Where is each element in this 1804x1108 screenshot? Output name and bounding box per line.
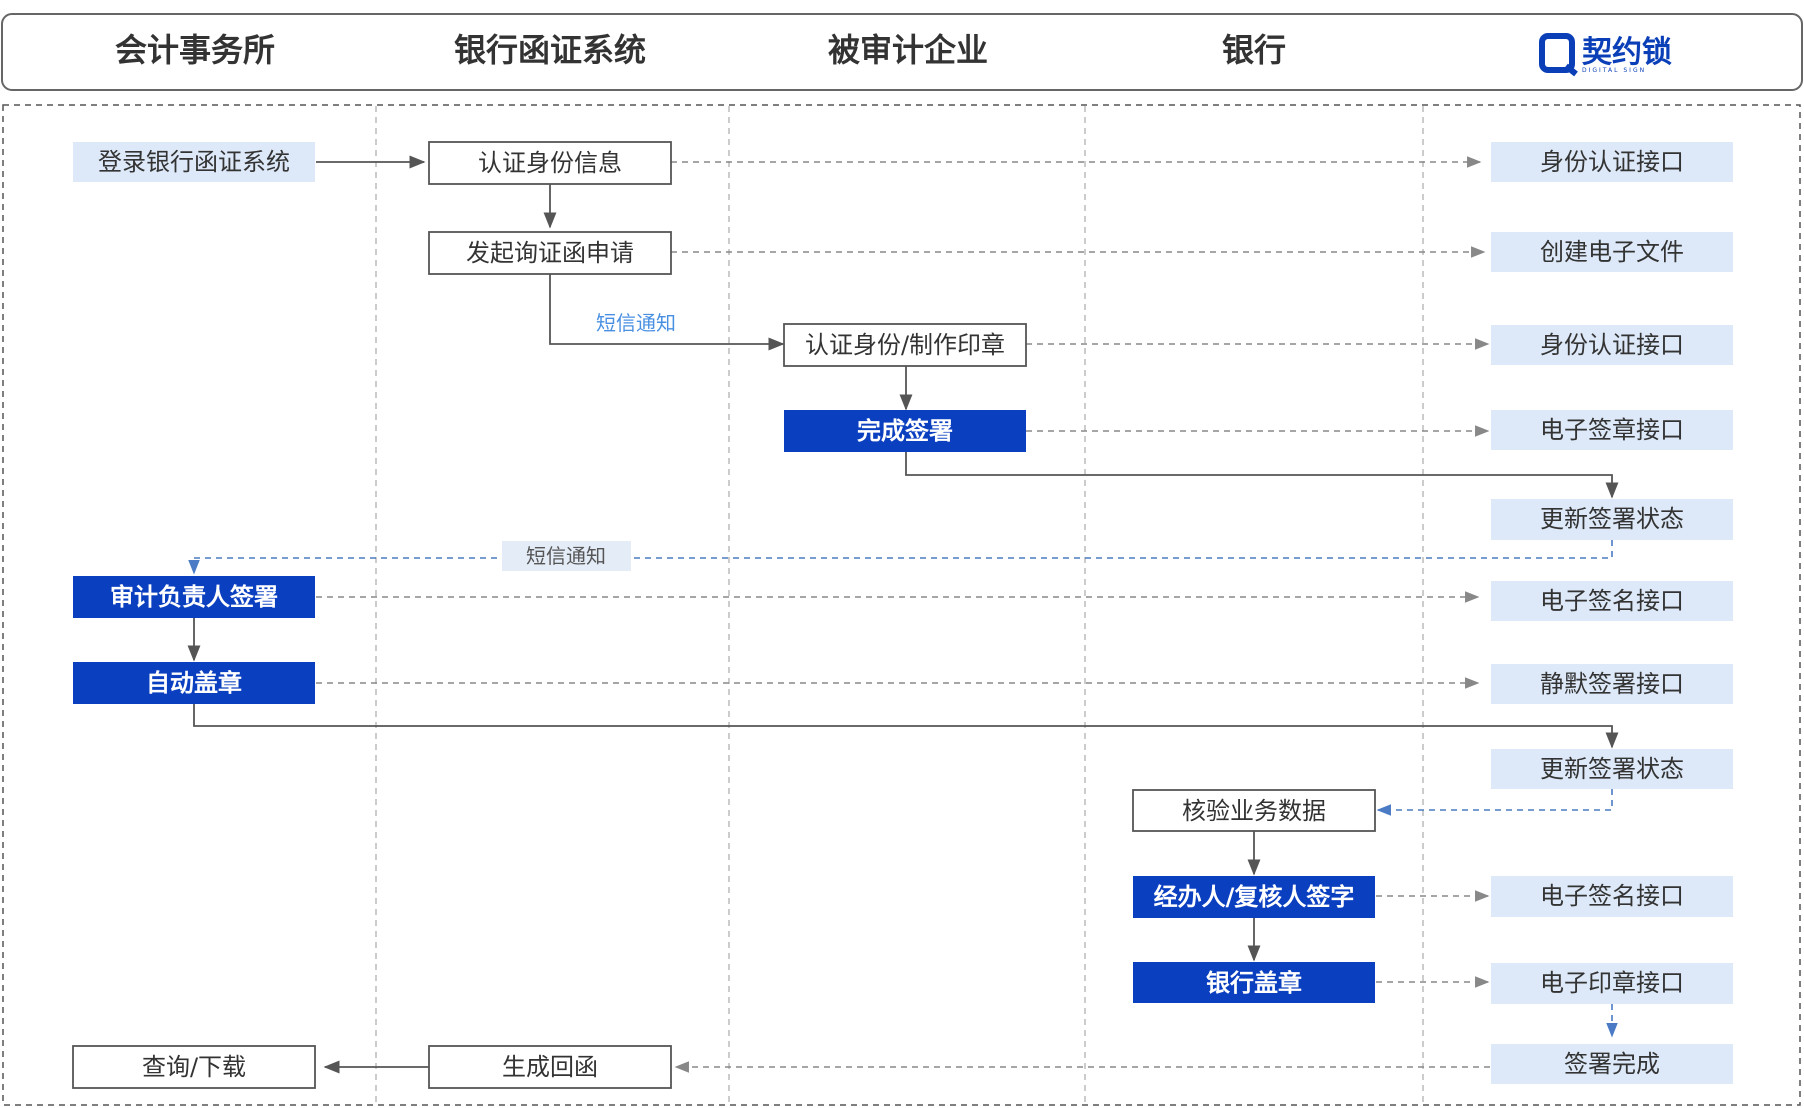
- node-login-system: 登录银行函证系统: [73, 142, 315, 182]
- svg-text:生成回函: 生成回函: [502, 1053, 598, 1081]
- node-complete-signing: 完成签署: [784, 410, 1026, 452]
- api-update-sign-status-1: 更新签署状态: [1491, 499, 1733, 540]
- node-verify-business-data: 核验业务数据: [1132, 789, 1376, 832]
- api-signing-complete: 签署完成: [1491, 1044, 1733, 1084]
- svg-text:认证身份/制作印章: 认证身份/制作印章: [805, 331, 1005, 359]
- svg-text:认证身份信息: 认证身份信息: [478, 149, 622, 177]
- svg-text:银行盖章: 银行盖章: [1206, 969, 1302, 997]
- node-query-download: 查询/下载: [72, 1045, 316, 1089]
- svg-text:身份认证接口: 身份认证接口: [1540, 331, 1684, 359]
- node-handler-reviewer-sign: 经办人/复核人签字: [1133, 876, 1375, 918]
- status-to-verify-arrow: [1376, 789, 1613, 816]
- node-auto-seal: 自动盖章: [73, 662, 315, 704]
- sms-notice-label-2: 短信通知: [526, 544, 606, 568]
- api-identity-auth-1: 身份认证接口: [1491, 142, 1733, 182]
- node-bank-seal: 银行盖章: [1133, 962, 1375, 1003]
- logo-text: 契约锁: [1582, 35, 1672, 70]
- node-audit-lead-sign: 审计负责人签署: [73, 576, 315, 618]
- flow-arrow: [905, 452, 1619, 499]
- svg-text:完成签署: 完成签署: [857, 417, 953, 445]
- svg-text:电子签章接口: 电子签章接口: [1540, 416, 1684, 444]
- svg-text:更新签署状态: 更新签署状态: [1540, 505, 1684, 533]
- header-bar: 会计事务所 银行函证系统 被审计企业 银行 契约锁 DIGITAL SIGN: [1, 13, 1803, 91]
- api-silent-sign: 静默签署接口: [1491, 664, 1733, 704]
- api-update-sign-status-2: 更新签署状态: [1491, 749, 1733, 789]
- svg-text:创建电子文件: 创建电子文件: [1540, 238, 1684, 266]
- node-verify-identity-info: 认证身份信息: [428, 141, 672, 185]
- svg-text:静默签署接口: 静默签署接口: [1540, 670, 1684, 698]
- svg-text:更新签署状态: 更新签署状态: [1540, 755, 1684, 783]
- svg-text:身份认证接口: 身份认证接口: [1540, 148, 1684, 176]
- lane-header-audited-enterprise: 被审计企业: [828, 31, 988, 69]
- connectors: [187, 155, 1619, 1074]
- node-verify-identity-make-seal: 认证身份/制作印章: [783, 323, 1027, 367]
- node-initiate-confirmation-request: 发起询证函申请: [428, 231, 672, 275]
- svg-text:经办人/复核人签字: 经办人/复核人签字: [1154, 883, 1355, 911]
- node-generate-reply: 生成回函: [428, 1045, 672, 1089]
- process-nodes: 登录银行函证系统 认证身份信息 发起询证函申请 认证身份/制作印章 完成签署 审…: [72, 141, 1376, 1089]
- svg-text:审计负责人签署: 审计负责人签署: [110, 583, 278, 611]
- flow-arrow: [193, 704, 1619, 749]
- svg-text:核验业务数据: 核验业务数据: [1182, 797, 1326, 825]
- svg-text:电子印章接口: 电子印章接口: [1540, 969, 1684, 997]
- lane-header-accounting-firm: 会计事务所: [115, 31, 275, 69]
- svg-text:发起询证函申请: 发起询证函申请: [466, 239, 634, 267]
- api-electronic-signature-1: 电子签名接口: [1491, 581, 1733, 621]
- notes: 短信通知 短信通知: [502, 311, 676, 571]
- logo-subtext: DIGITAL SIGN: [1582, 67, 1646, 74]
- api-electronic-seal: 电子签章接口: [1491, 410, 1733, 450]
- svg-text:电子签名接口: 电子签名接口: [1540, 882, 1684, 910]
- lane-header-bank-confirmation-system: 银行函证系统: [454, 31, 646, 69]
- lane-header-bank: 银行: [1222, 31, 1286, 69]
- svg-text:签署完成: 签署完成: [1564, 1050, 1660, 1078]
- api-electronic-signature-2: 电子签名接口: [1491, 876, 1733, 917]
- api-identity-auth-2: 身份认证接口: [1491, 325, 1733, 365]
- sms-notice-label-1: 短信通知: [596, 311, 676, 335]
- svg-text:登录银行函证系统: 登录银行函证系统: [98, 148, 290, 176]
- sms-notify-arrow: [188, 540, 1613, 575]
- svg-text:电子签名接口: 电子签名接口: [1540, 587, 1684, 615]
- api-nodes: 身份认证接口 创建电子文件 身份认证接口 电子签章接口 更新签署状态 电子签名接…: [1491, 142, 1733, 1084]
- svg-text:自动盖章: 自动盖章: [146, 669, 242, 697]
- api-electronic-seal-stamp: 电子印章接口: [1491, 963, 1733, 1004]
- api-create-electronic-file: 创建电子文件: [1491, 232, 1733, 272]
- svg-text:查询/下载: 查询/下载: [142, 1053, 246, 1081]
